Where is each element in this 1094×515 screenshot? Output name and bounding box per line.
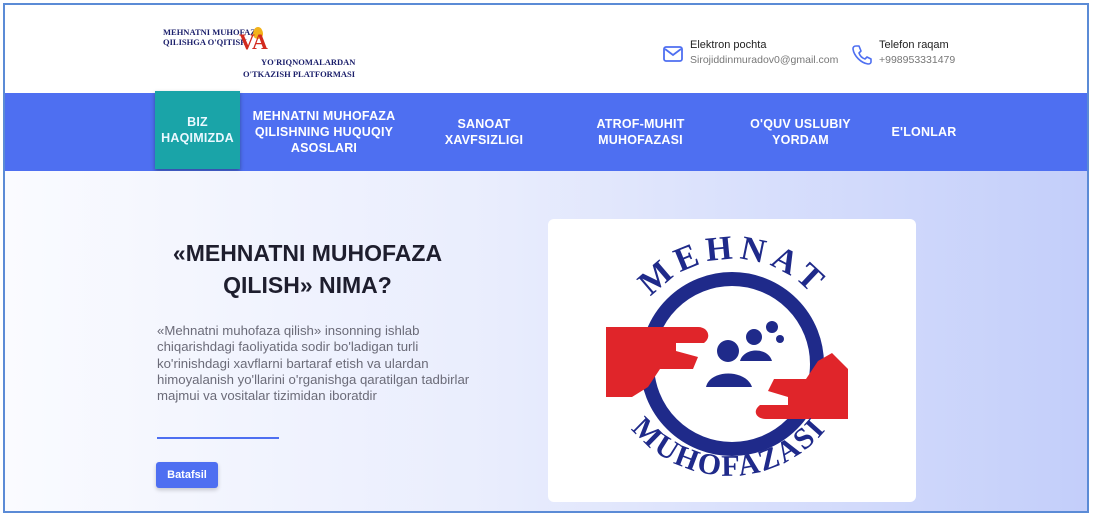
logo-va: VA xyxy=(239,29,268,54)
phone-icon xyxy=(852,45,872,65)
phone-contact[interactable]: Telefon raqam +998953331479 xyxy=(851,39,971,75)
main-nav: BIZ HAQIMIZDA MEHNATNI MUHOFAZA QILISHNI… xyxy=(5,91,1087,171)
email-label: Elektron pochta xyxy=(690,39,767,51)
nav-item-methodical-help[interactable]: O'QUV USLUBIY YORDAM xyxy=(743,93,858,171)
site-logo[interactable]: MEHNATNI MUHOFAZA QILISHGA O'QITISH VA Y… xyxy=(163,27,363,82)
logo-line-4: O'TKAZISH PLATFORMASI xyxy=(243,69,356,79)
nav-item-environment[interactable]: ATROF-MUHIT MUHOFAZASI xyxy=(583,93,698,171)
person-body-1 xyxy=(706,373,752,387)
email-value: Sirojiddinmuradov0@gmail.com xyxy=(690,54,839,66)
email-contact[interactable]: Elektron pochta Sirojiddinmuradov0@gmail… xyxy=(662,39,842,75)
phone-label: Telefon raqam xyxy=(879,39,949,51)
person-body-2 xyxy=(740,350,772,361)
emblem-top-text: MEHNAT xyxy=(631,229,835,303)
mail-icon xyxy=(663,46,683,62)
hero-section: «MEHNATNI MUHOFAZA QILISH» NIMA? «Mehnat… xyxy=(5,171,1087,511)
header: MEHNATNI MUHOFAZA QILISHGA O'QITISH VA Y… xyxy=(5,5,1087,93)
person-head-2 xyxy=(746,329,762,345)
phone-value: +998953331479 xyxy=(879,54,956,66)
hero-description: «Mehnatni muhofaza qilish» insonning ish… xyxy=(157,323,470,404)
hero-title: «MEHNATNI MUHOFAZA QILISH» NIMA? xyxy=(172,240,443,298)
person-head-1 xyxy=(717,340,739,362)
person-head-3 xyxy=(766,321,778,333)
more-button[interactable]: Batafsil xyxy=(156,462,218,488)
person-head-4 xyxy=(776,335,784,343)
emblem-card: MEHNAT MUHOFAZASI xyxy=(548,219,916,502)
nav-item-legal-basis[interactable]: MEHNATNI MUHOFAZA QILISHNING HUQUQIY ASO… xyxy=(249,93,399,171)
hero-divider xyxy=(157,437,279,439)
page-frame: MEHNATNI MUHOFAZA QILISHGA O'QITISH VA Y… xyxy=(3,3,1089,513)
logo-line-2: QILISHGA O'QITISH xyxy=(163,37,247,47)
nav-item-industrial-safety[interactable]: SANOAT XAVFSIZLIGI xyxy=(429,93,539,171)
right-hand-icon xyxy=(755,353,848,419)
logo-line-3: YO'RIQNOMALARDAN xyxy=(261,57,356,67)
nav-item-about[interactable]: BIZ HAQIMIZDA xyxy=(155,91,240,169)
nav-item-announcements[interactable]: E'LONLAR xyxy=(879,93,969,171)
labor-protection-emblem: MEHNAT MUHOFAZASI xyxy=(606,229,848,483)
